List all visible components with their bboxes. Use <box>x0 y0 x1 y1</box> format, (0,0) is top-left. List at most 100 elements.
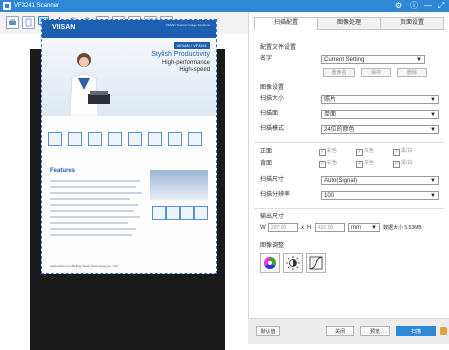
resolution-select[interactable]: 100 ▼ <box>321 191 439 200</box>
image-adjust-label: 图像调整 <box>260 243 285 249</box>
scan-dimension-select[interactable]: Auto(Signal) ▼ <box>321 176 439 185</box>
doc-icon-row <box>48 132 210 150</box>
settings-icon[interactable]: ⚙ <box>395 1 402 11</box>
scan-side-select[interactable]: 单面 ▼ <box>321 110 439 119</box>
resolution-value: 100 <box>324 193 335 199</box>
doc-text-line <box>50 186 136 188</box>
scan-size-label: 扫描大小 <box>260 96 285 102</box>
bottom-bar: 默认值 关闭 预览 扫描 <box>248 318 449 344</box>
person-image <box>69 53 110 116</box>
doc-feature-icon <box>180 206 194 220</box>
doc-text-line <box>50 192 142 194</box>
back-label: 背面 <box>260 161 273 167</box>
output-size-label: 输出尺寸 <box>260 214 285 220</box>
doc-feature-icon <box>148 132 162 146</box>
doc-slogan-3: High-speed <box>179 67 210 73</box>
dropdown-arrow-icon: ▼ <box>430 112 436 118</box>
resolution-label: 扫描分辨率 <box>260 192 291 198</box>
front-color-checkbox[interactable]: ✓ <box>319 149 326 156</box>
tab-page-settings[interactable]: 页面设置 <box>380 17 444 30</box>
doc-feature-icon <box>166 206 180 220</box>
save-profile-button[interactable]: 保存 <box>361 68 391 77</box>
window-title: VF3241 Scanner <box>14 3 60 9</box>
scan-size-select[interactable]: 照片 ▼ <box>321 95 439 104</box>
front-gray-checkbox[interactable]: ✓ <box>356 149 363 156</box>
settings-tabs: 扫描配置 图像处理 页面设置 <box>254 17 444 30</box>
doc-feature-icon <box>68 132 82 146</box>
scan-side-value: 单面 <box>324 112 337 118</box>
data-size-text: 数据大小 5.53MB <box>383 225 422 231</box>
doc-text-line <box>50 234 132 236</box>
front-gray-label: 灰色 <box>364 148 375 154</box>
scan-mode-value: 24位的颜色 <box>324 127 355 133</box>
page-icon[interactable] <box>22 16 35 29</box>
dropdown-arrow-icon: ▼ <box>416 57 422 63</box>
app-icon <box>3 2 11 10</box>
preview-button[interactable]: 预览 <box>360 326 390 336</box>
height-label: H <box>307 225 312 231</box>
color-adjust-button[interactable] <box>260 253 280 273</box>
brightness-icon <box>286 256 300 270</box>
doc-feature-icon <box>152 206 166 220</box>
image-settings-label: 图像设置 <box>260 85 285 91</box>
profile-section-label: 配置文件设置 <box>260 45 297 51</box>
doc-footer: www.viisan.com Beijing Viisan Technology… <box>50 264 119 268</box>
scan-mode-select[interactable]: 24位的颜色 ▼ <box>321 125 439 134</box>
minimize-button[interactable]: — <box>424 1 432 11</box>
doc-feature-icon <box>188 132 202 146</box>
default-button[interactable]: 默认值 <box>256 326 280 336</box>
doc-feature-icon <box>168 132 182 146</box>
tab-scan-config[interactable]: 扫描配置 <box>254 17 318 30</box>
doc-feature-icon <box>108 132 122 146</box>
doc-text-line <box>50 216 140 218</box>
doc-feature-icon <box>48 132 62 146</box>
divider <box>254 142 444 143</box>
profile-name-value: Current Setting <box>324 57 365 63</box>
scanner-icon[interactable] <box>6 16 19 29</box>
color-wheel-icon <box>263 257 277 270</box>
doc-text-line <box>50 180 140 182</box>
title-bar: VF3241 Scanner ⚙ ⓘ — ⤢ <box>0 0 449 12</box>
close-button[interactable]: 关闭 <box>326 326 354 336</box>
settings-panel: 扫描配置 图像处理 页面设置 配置文件设置 名字 Current Setting… <box>248 12 449 343</box>
doc-text-line <box>50 222 128 224</box>
name-label: 名字 <box>260 56 273 62</box>
scan-dimension-value: Auto(Signal) <box>324 178 358 184</box>
back-color-checkbox[interactable]: ✓ <box>319 161 326 168</box>
width-input[interactable]: 297.00 <box>268 223 298 232</box>
folder-icon[interactable] <box>440 327 447 335</box>
doc-header-tag: VIISAN Scanner Image Solutions <box>165 23 210 27</box>
back-bw-label: 黑/白 <box>401 160 413 166</box>
unit-select[interactable]: mm ▼ <box>348 223 380 232</box>
curve-button[interactable] <box>306 253 326 273</box>
brightness-button[interactable] <box>283 253 303 273</box>
dropdown-arrow-icon: ▼ <box>430 178 436 184</box>
curve-icon <box>309 256 323 270</box>
back-gray-checkbox[interactable]: ✓ <box>356 161 363 168</box>
info-icon[interactable]: ⓘ <box>410 1 418 11</box>
maximize-button[interactable]: ⤢ <box>438 1 444 11</box>
back-bw-checkbox[interactable]: ✓ <box>393 161 400 168</box>
front-label: 正面 <box>260 149 273 155</box>
times-label: x <box>301 225 304 231</box>
rename-button[interactable]: 重命名 <box>323 68 355 77</box>
doc-product-image <box>150 170 208 200</box>
document-preview[interactable]: VIISAN VIISAN Scanner Image Solutions VI… <box>41 19 217 274</box>
doc-text-line <box>50 228 136 230</box>
doc-feature-icon <box>88 132 102 146</box>
tab-image-processing[interactable]: 图像处理 <box>317 17 381 30</box>
scan-button[interactable]: 扫描 <box>396 326 436 336</box>
doc-icon-row-2 <box>152 206 212 224</box>
delete-profile-button[interactable]: 删除 <box>397 68 427 77</box>
doc-brand: VIISAN <box>52 24 76 31</box>
profile-name-select[interactable]: Current Setting ▼ <box>321 55 425 64</box>
unit-value: mm <box>351 225 361 231</box>
doc-features-title: Features <box>50 168 76 174</box>
doc-slogan: Stylish Productivity <box>151 51 210 58</box>
height-input[interactable]: 420.00 <box>315 223 345 232</box>
front-bw-checkbox[interactable]: ✓ <box>393 149 400 156</box>
dropdown-arrow-icon: ▼ <box>430 193 436 199</box>
scan-size-value: 照片 <box>324 97 337 103</box>
doc-feature-icon <box>128 132 142 146</box>
scan-dimension-label: 扫描尺寸 <box>260 177 285 183</box>
